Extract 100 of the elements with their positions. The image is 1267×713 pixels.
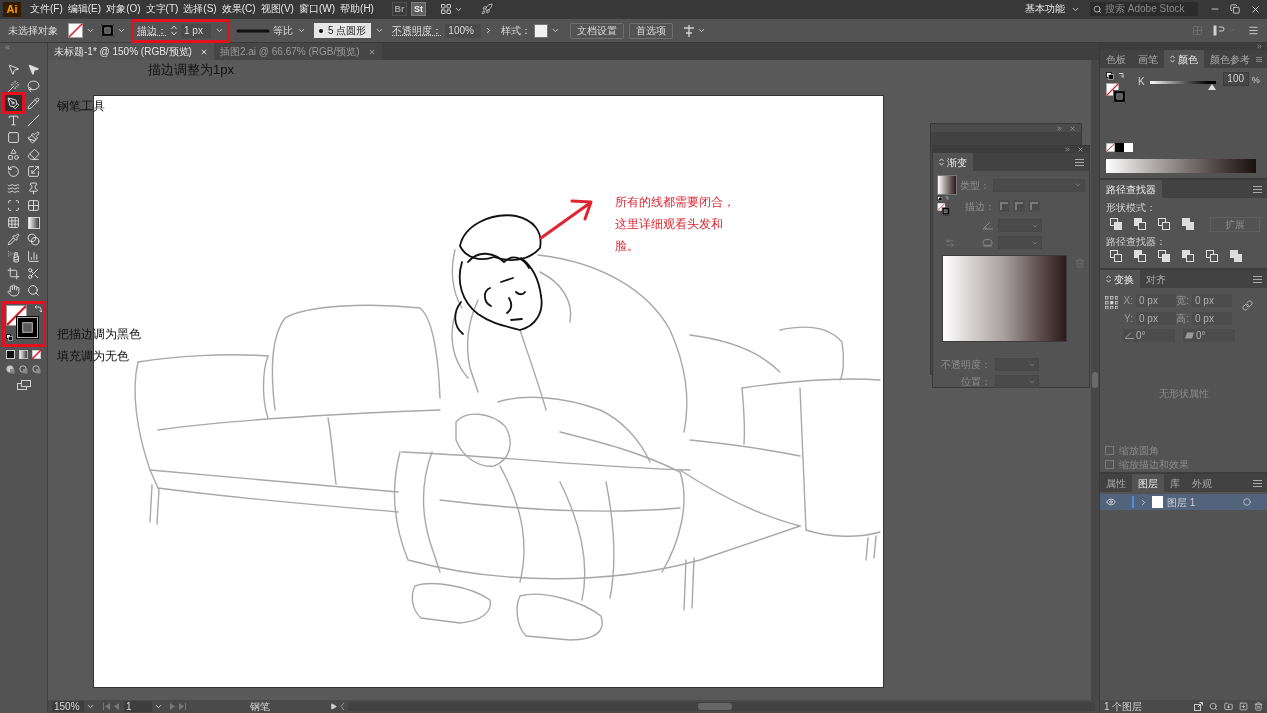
- eye-icon[interactable]: [1106, 497, 1116, 507]
- menu-item[interactable]: 帮助(H): [340, 2, 374, 16]
- checkbox[interactable]: [1105, 446, 1114, 455]
- dimension-field[interactable]: 0 px: [1136, 312, 1176, 325]
- document-tab[interactable]: 未标题-1* @ 150% (RGB/预览): [48, 43, 214, 60]
- menu-item[interactable]: 文件(F): [30, 2, 63, 16]
- chain-link-icon[interactable]: [1242, 300, 1253, 311]
- panel-tab[interactable]: 变换: [1100, 270, 1140, 288]
- paintbrush-tool-button[interactable]: [24, 129, 43, 146]
- export-square-icon[interactable]: [1194, 702, 1203, 711]
- menu-item[interactable]: 编辑(E): [67, 2, 102, 16]
- color-swatch[interactable]: [1115, 143, 1124, 152]
- close-icon[interactable]: [199, 47, 208, 56]
- stroke-swatch[interactable]: [15, 316, 39, 339]
- spinner-arrows-icon[interactable]: [171, 25, 177, 36]
- double-chevron-icon[interactable]: [1064, 146, 1071, 153]
- search-icon[interactable]: [1209, 702, 1218, 711]
- dimension-field[interactable]: 0 px: [1192, 312, 1232, 325]
- dimension-field[interactable]: 0 px: [1192, 294, 1232, 307]
- default-colors-icon[interactable]: [5, 334, 13, 341]
- play-icon[interactable]: [330, 703, 337, 710]
- square-plus-icon[interactable]: [1239, 702, 1248, 711]
- gradient-square-icon[interactable]: [19, 350, 28, 359]
- chevron-right-icon[interactable]: [1139, 497, 1148, 507]
- stroke-label[interactable]: 描边：: [137, 23, 167, 38]
- panel-tab[interactable]: 属性: [1100, 474, 1132, 492]
- reference-point-icon[interactable]: [1105, 296, 1118, 309]
- rocket-icon[interactable]: [480, 3, 493, 15]
- panel-tab[interactable]: 画笔: [1132, 50, 1164, 68]
- panel-menu-icon[interactable]: [1253, 185, 1262, 193]
- caret-icon[interactable]: [375, 26, 385, 35]
- fill-stroke-indicator-icon[interactable]: [937, 196, 950, 216]
- style-swatch[interactable]: [534, 23, 549, 38]
- overlapping-squares-icon[interactable]: [1182, 218, 1194, 230]
- close-icon[interactable]: [1069, 124, 1076, 132]
- scroll-left-icon[interactable]: [340, 703, 345, 710]
- brush-definition-dropdown[interactable]: 5 点圆形: [314, 23, 372, 38]
- panel-menu-icon[interactable]: [1075, 158, 1084, 166]
- caret-icon[interactable]: [86, 702, 95, 711]
- panel-tab[interactable]: 对齐: [1140, 270, 1172, 288]
- menu-item[interactable]: 选择(S): [183, 2, 217, 16]
- overlapping-squares-icon[interactable]: [1182, 250, 1194, 262]
- checkbox[interactable]: [1105, 460, 1114, 469]
- menu-item[interactable]: 窗口(W): [298, 2, 336, 16]
- vertical-scrollbar[interactable]: [1091, 60, 1099, 700]
- caret-icon[interactable]: [297, 26, 306, 35]
- screen-mode-icon[interactable]: [16, 380, 31, 390]
- folder-plus-icon[interactable]: [1224, 702, 1233, 711]
- double-chevron-icon[interactable]: [1256, 43, 1263, 50]
- caret-icon[interactable]: [86, 26, 95, 35]
- caret-icon[interactable]: [117, 26, 126, 35]
- close-icon[interactable]: [1077, 146, 1084, 153]
- gradient-ramp[interactable]: [942, 255, 1068, 342]
- swap-arrow-icon[interactable]: [33, 305, 42, 313]
- artboard-field[interactable]: 1: [124, 701, 152, 712]
- panel-tab[interactable]: 外观: [1186, 474, 1218, 492]
- menu-item[interactable]: 效果(C): [221, 2, 256, 16]
- draw-mode-icon[interactable]: [6, 365, 15, 374]
- panel-tab[interactable]: 图层: [1132, 474, 1164, 492]
- document-setup-button[interactable]: 文档设置: [570, 22, 625, 39]
- close-icon[interactable]: [367, 47, 376, 56]
- document-tab[interactable]: 插图2.ai @ 66.67% (RGB/预览): [213, 43, 382, 60]
- color-spectrum-bar[interactable]: [1106, 159, 1256, 173]
- color-swatch[interactable]: [1124, 143, 1133, 152]
- rotate-dropdown[interactable]: 0°: [1123, 329, 1175, 342]
- workspace-switcher[interactable]: 基本功能: [1025, 2, 1080, 16]
- zoom-field[interactable]: 150%: [52, 701, 84, 712]
- overlapping-squares-icon[interactable]: [1230, 250, 1242, 262]
- fill-stroke-indicator-icon[interactable]: [1106, 72, 1126, 104]
- target-circle-icon[interactable]: [1243, 498, 1251, 506]
- shear-dropdown[interactable]: 0°: [1183, 329, 1235, 342]
- panel-menu-icon[interactable]: [1253, 479, 1262, 487]
- app-logo[interactable]: Ai: [3, 1, 21, 17]
- menu-item[interactable]: 对象(O): [106, 2, 141, 16]
- layer-row[interactable]: 图层 1: [1100, 494, 1267, 510]
- gradient-swatch[interactable]: [937, 175, 957, 195]
- preferences-button[interactable]: 首选项: [629, 22, 674, 39]
- layout-grid-icon[interactable]: [439, 3, 452, 15]
- panel-tab[interactable]: 库: [1164, 474, 1186, 492]
- dimension-field[interactable]: 0 px: [1136, 294, 1176, 307]
- panel-tab[interactable]: 颜色: [1164, 50, 1204, 68]
- horizontal-scrollbar[interactable]: [348, 702, 1095, 711]
- align-icon[interactable]: [683, 24, 696, 37]
- opacity-field[interactable]: 100%: [445, 23, 482, 38]
- trash-icon[interactable]: [1254, 702, 1263, 711]
- stroke-weight-field[interactable]: 1 px: [181, 23, 211, 38]
- lasso-tool-button[interactable]: [24, 78, 43, 95]
- caret-icon[interactable]: [697, 26, 707, 35]
- draw-mode-icon[interactable]: [32, 365, 41, 374]
- caret-icon[interactable]: [215, 26, 224, 35]
- search-field[interactable]: 搜索 Adobe Stock: [1090, 2, 1198, 16]
- fill-swatch[interactable]: [68, 23, 83, 38]
- overlapping-squares-icon[interactable]: [1134, 218, 1146, 230]
- list-icon[interactable]: [1248, 25, 1259, 36]
- panel-tab[interactable]: 路径查找器: [1100, 180, 1162, 198]
- app-badge[interactable]: St: [410, 2, 426, 16]
- menu-item[interactable]: 文字(T): [145, 2, 179, 16]
- panel-menu-icon[interactable]: [1256, 55, 1262, 63]
- panel-tab[interactable]: 颜色参考: [1204, 50, 1256, 68]
- scrollbar-thumb[interactable]: [698, 703, 732, 710]
